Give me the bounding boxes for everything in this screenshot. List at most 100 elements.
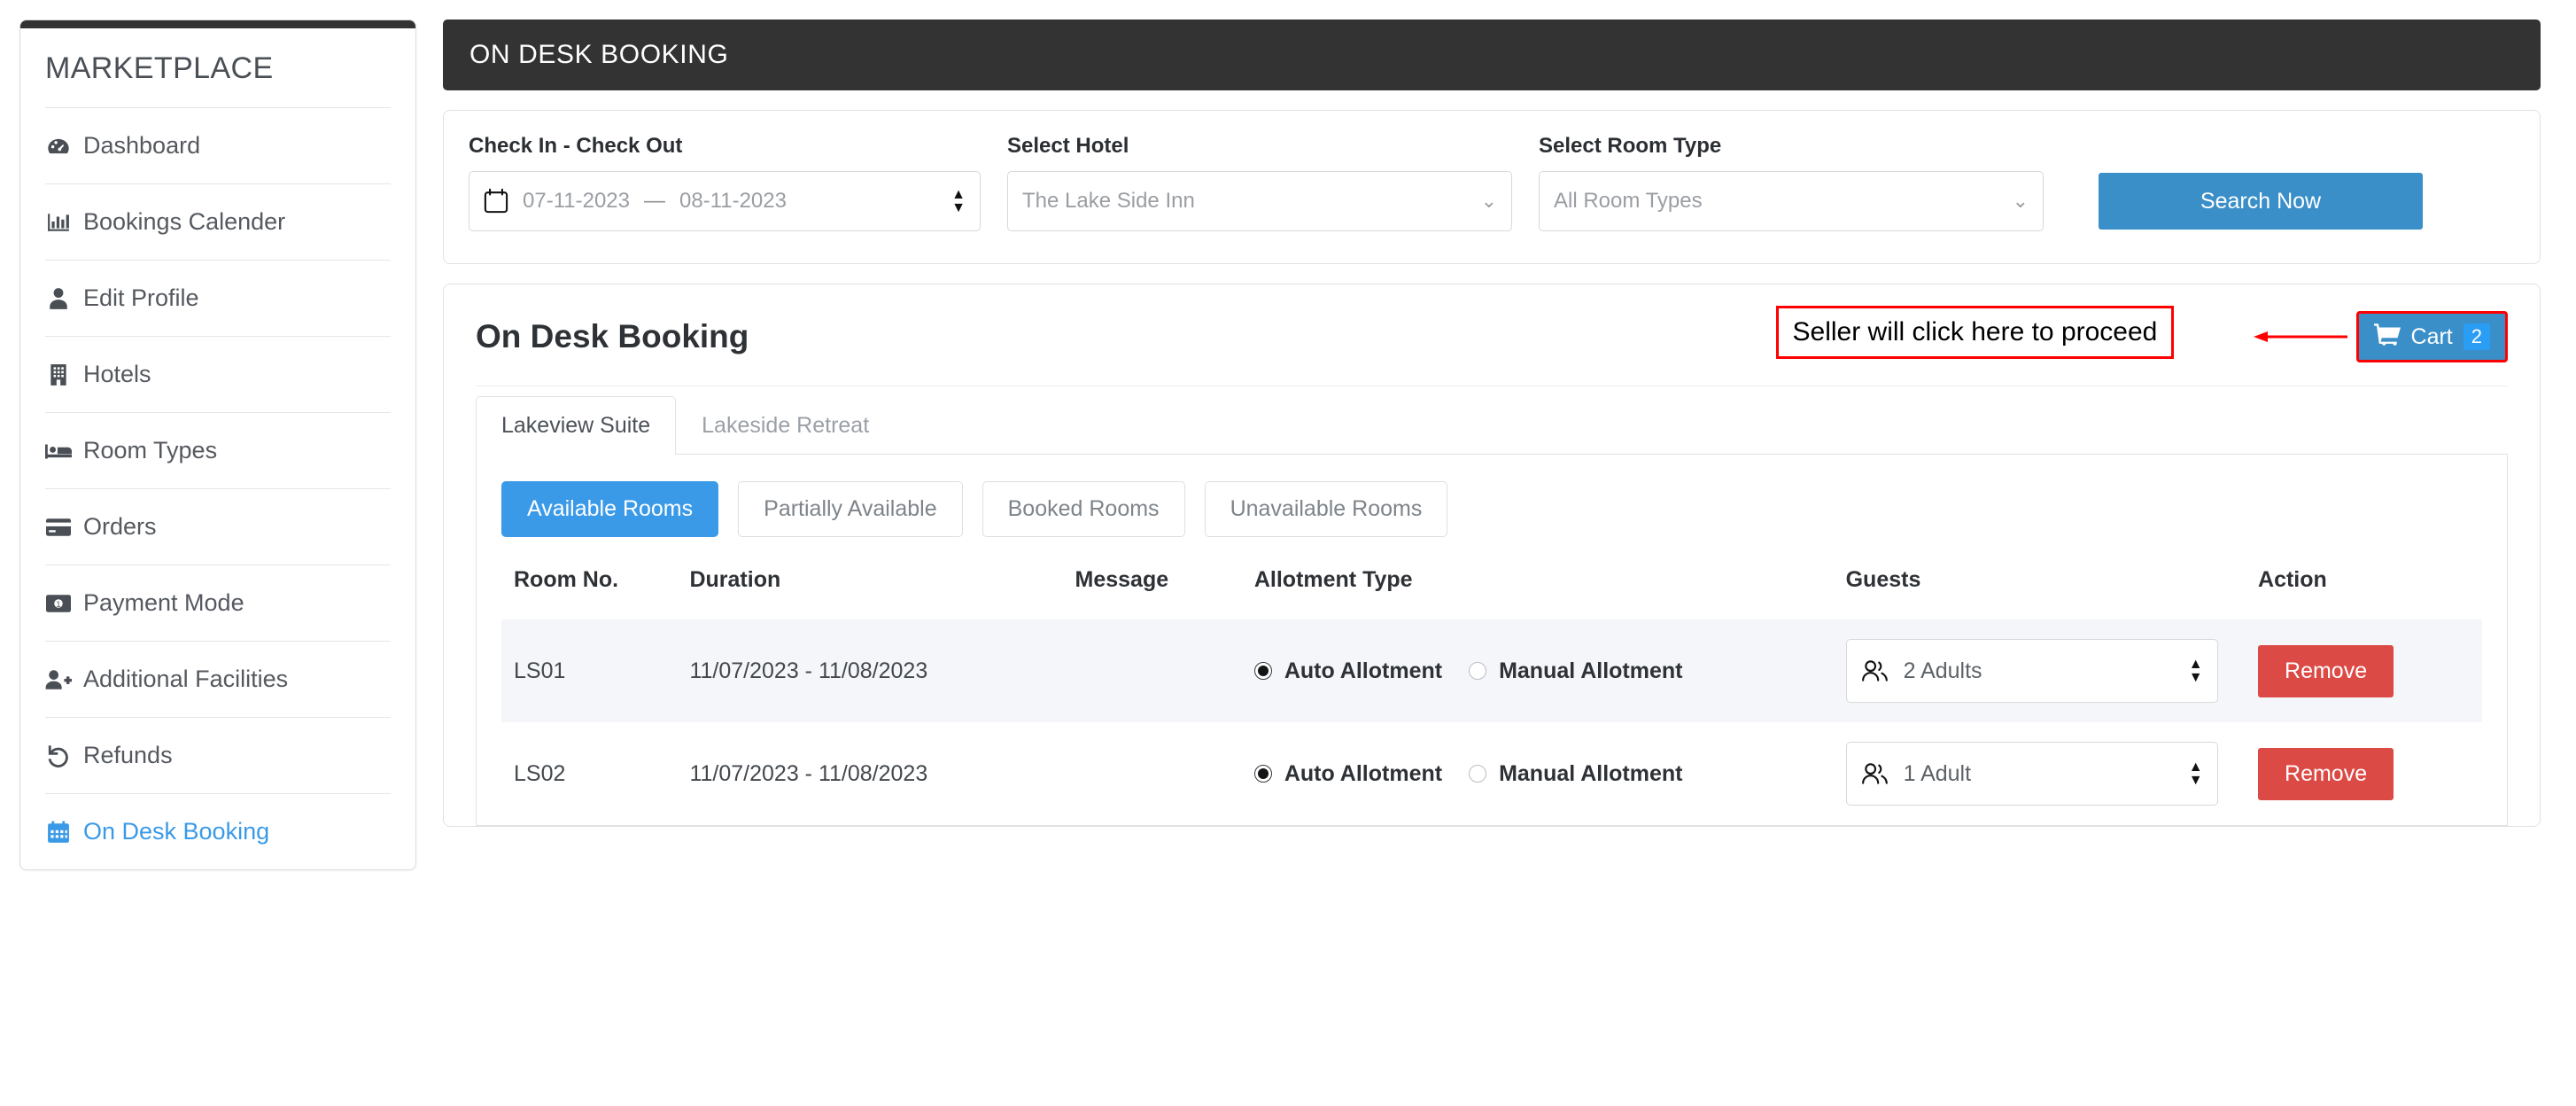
sidebar-item-refunds[interactable]: Refunds <box>45 718 391 793</box>
sidebar-item-edit-profile[interactable]: Edit Profile <box>45 261 391 336</box>
sidebar-item-label: Dashboard <box>83 132 201 159</box>
cell-room-no: LS02 <box>514 760 566 786</box>
select-hotel-field: Select Hotel The Lake Side Inn ⌄ <box>1007 134 1512 231</box>
remove-button[interactable]: Remove <box>2258 644 2394 697</box>
filter-unavailable-rooms[interactable]: Unavailable Rooms <box>1204 481 1448 537</box>
guests-stepper-icon[interactable]: ▲ ▼ <box>2188 760 2203 788</box>
guests-select[interactable]: 2 Adults ▲ ▼ <box>1845 639 2218 703</box>
chevron-down-icon: ⌄ <box>2012 190 2029 212</box>
room-type-select-value: All Room Types <box>1554 189 1703 213</box>
sidebar-item-label: Bookings Calender <box>83 208 286 235</box>
radio-manual-allotment[interactable] <box>1469 765 1487 783</box>
page-title: ON DESK BOOKING <box>469 40 729 69</box>
credit-card-icon <box>45 518 72 537</box>
sidebar-brand: MARKETPLACE <box>45 51 274 85</box>
sidebar: MARKETPLACE Dashboard Bookings Calender <box>0 0 443 1106</box>
search-now-button[interactable]: Search Now <box>2099 173 2423 230</box>
filter-available-rooms[interactable]: Available Rooms <box>501 481 719 537</box>
bar-chart-icon <box>45 211 72 234</box>
undo-icon <box>45 744 72 767</box>
stepper-up-icon: ▲ <box>2188 657 2203 673</box>
section-title: On Desk Booking <box>476 318 749 354</box>
cell-room-no: LS01 <box>501 619 690 722</box>
hotel-select[interactable]: The Lake Side Inn ⌄ <box>1007 171 1512 231</box>
select-room-type-field: Select Room Type All Room Types ⌄ <box>1539 134 2044 231</box>
sidebar-item-label: Orders <box>83 513 157 540</box>
cell-action: Remove <box>2258 619 2482 722</box>
cart-button[interactable]: Cart 2 <box>2355 311 2508 362</box>
sidebar-item-dashboard[interactable]: Dashboard <box>45 108 391 183</box>
stepper-down-icon: ▼ <box>2188 772 2203 788</box>
sidebar-item-orders[interactable]: Orders <box>45 489 391 565</box>
cart-count-badge: 2 <box>2463 323 2490 350</box>
column-header-allotment-type: Allotment Type <box>1253 567 1413 592</box>
column-header-duration: Duration <box>689 567 781 592</box>
stepper-up-icon: ▲ <box>951 187 966 203</box>
sidebar-item-bookings-calender[interactable]: Bookings Calender <box>45 184 391 260</box>
table-row: LS01 11/07/2023 - 11/08/2023 Auto Allotm… <box>501 619 2482 722</box>
date-range-text: 07-11-2023 — 08-11-2023 <box>523 189 951 214</box>
cart-label: Cart <box>2410 323 2453 349</box>
radio-auto-allotment[interactable] <box>1253 662 1272 680</box>
cell-guests: 2 Adults ▲ ▼ <box>1845 619 2259 722</box>
tab-panel-lakeview-suite: Available Rooms Partially Available Book… <box>476 455 2508 826</box>
date-stepper-icon[interactable]: ▲ ▼ <box>951 187 966 215</box>
sidebar-item-payment-mode[interactable]: 1 Payment Mode <box>45 565 391 641</box>
cell-allotment-type: Auto Allotment Manual Allotment <box>1253 722 1846 825</box>
bed-icon <box>45 441 72 461</box>
room-type-select[interactable]: All Room Types ⌄ <box>1539 171 2044 231</box>
cell-message <box>1075 722 1254 825</box>
availability-filter-group: Available Rooms Partially Available Book… <box>501 481 2482 567</box>
rooms-table: Room No. Duration Message Allotment Type… <box>501 567 2482 825</box>
stepper-down-icon: ▼ <box>2188 669 2203 685</box>
checkin-checkout-label: Check In - Check Out <box>469 134 683 158</box>
stepper-down-icon: ▼ <box>951 199 966 215</box>
sidebar-item-label: Additional Facilities <box>83 666 289 692</box>
table-row: LS02 11/07/2023 - 11/08/2023 Auto Allotm… <box>501 722 2482 825</box>
sidebar-item-additional-facilities[interactable]: Additional Facilities <box>45 642 391 717</box>
sidebar-item-room-types[interactable]: Room Types <box>45 413 391 488</box>
cell-allotment-type: Auto Allotment Manual Allotment <box>1253 619 1846 722</box>
filter-booked-rooms[interactable]: Booked Rooms <box>982 481 1185 537</box>
calendar-icon <box>484 188 510 214</box>
sidebar-accent-bar <box>20 20 415 28</box>
label-auto-allotment: Auto Allotment <box>1284 658 1443 683</box>
column-header-room-no: Room No. <box>514 567 619 592</box>
users-icon <box>1861 659 1891 682</box>
guests-value: 1 Adult <box>1903 760 1972 786</box>
sidebar-item-label: Payment Mode <box>83 589 244 616</box>
select-hotel-label: Select Hotel <box>1007 134 1129 158</box>
cell-action: Remove <box>2258 722 2482 825</box>
cell-duration: 11/07/2023 - 11/08/2023 <box>689 619 1075 722</box>
sidebar-card: MARKETPLACE Dashboard Bookings Calender <box>19 19 416 870</box>
remove-button[interactable]: Remove <box>2258 747 2394 800</box>
label-manual-allotment: Manual Allotment <box>1499 760 1683 786</box>
user-plus-icon <box>45 669 72 690</box>
search-filters-card: Check In - Check Out 07-11-2023 — 08-11-… <box>443 110 2541 264</box>
sidebar-item-hotels[interactable]: Hotels <box>45 337 391 412</box>
date-range-input[interactable]: 07-11-2023 — 08-11-2023 ▲ ▼ <box>469 171 981 231</box>
guests-select[interactable]: 1 Adult ▲ ▼ <box>1845 742 2218 806</box>
date-range-dash: — <box>643 189 665 213</box>
sidebar-item-label: On Desk Booking <box>83 818 270 845</box>
cell-duration: 11/07/2023 - 11/08/2023 <box>689 760 928 786</box>
sidebar-item-on-desk-booking[interactable]: On Desk Booking <box>45 794 391 869</box>
calendar-icon <box>45 821 72 844</box>
filter-partially-available[interactable]: Partially Available <box>738 481 963 537</box>
hotel-select-value: The Lake Side Inn <box>1022 189 1195 213</box>
chevron-down-icon: ⌄ <box>1480 190 1497 212</box>
cart-area: Seller will click here to proceed Cart 2 <box>1775 306 2508 362</box>
radio-auto-allotment[interactable] <box>1253 765 1272 783</box>
column-header-action: Action <box>2258 567 2327 592</box>
tab-lakeside-retreat[interactable]: Lakeside Retreat <box>676 396 895 455</box>
money-bill-icon: 1 <box>45 594 72 612</box>
sidebar-item-label: Hotels <box>83 361 151 387</box>
shopping-cart-icon <box>2373 323 2401 352</box>
room-type-tabs: Lakeview Suite Lakeside Retreat <box>476 395 2508 455</box>
tab-lakeview-suite[interactable]: Lakeview Suite <box>476 396 677 455</box>
guests-value: 2 Adults <box>1903 658 1982 683</box>
guests-stepper-icon[interactable]: ▲ ▼ <box>2188 657 2203 685</box>
column-header-message: Message <box>1075 567 1169 592</box>
main-content: ON DESK BOOKING Check In - Check Out 07-… <box>443 0 2576 1106</box>
radio-manual-allotment[interactable] <box>1469 662 1487 680</box>
